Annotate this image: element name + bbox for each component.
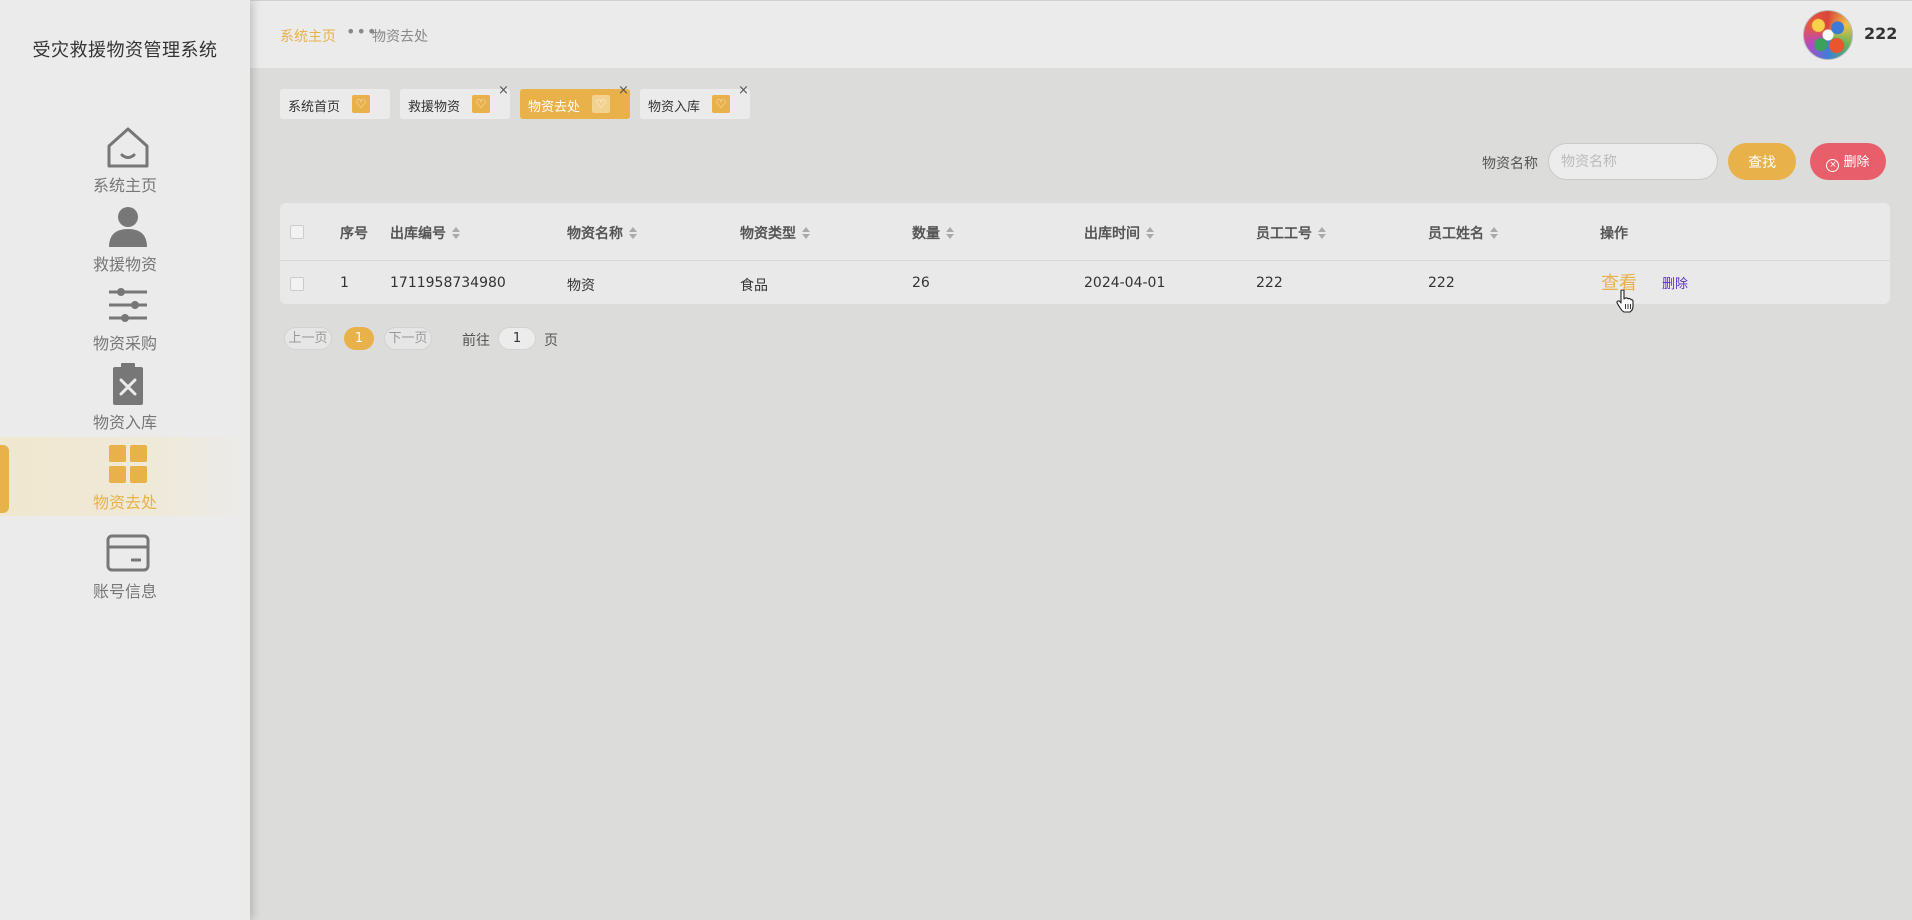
tab-whereabouts[interactable]: 物资去处 × [520, 83, 630, 119]
sidebar-item-label: 物资去处 [92, 493, 157, 512]
search-button[interactable]: 查找 [1728, 143, 1796, 180]
tab-rescue-supplies[interactable]: 救援物资 × [400, 83, 510, 119]
select-all-checkbox[interactable] [290, 225, 304, 239]
page-number-current[interactable]: 1 [344, 327, 374, 350]
cell-name: 物资 [567, 278, 595, 294]
tab-label: 物资入库 [648, 100, 701, 115]
delete-link[interactable]: 删除 [1662, 273, 1688, 292]
sliders-icon [109, 288, 147, 322]
app-title: 受灾救援物资管理系统 [32, 40, 218, 61]
search-label: 物资名称 [1482, 156, 1538, 172]
next-page-button[interactable]: 下一页 [384, 327, 432, 350]
hand-cursor-icon [1616, 289, 1634, 313]
favorite-icon[interactable] [352, 95, 370, 113]
sidebar-item-stock-in[interactable]: 物资入库 [0, 357, 250, 436]
top-header: 系统主页 ••• 物资去处 222 [250, 0, 1912, 68]
close-icon[interactable]: × [498, 83, 509, 98]
row-checkbox[interactable] [290, 277, 304, 291]
sort-icon[interactable] [1146, 227, 1154, 239]
column-header-actions: 操作 [1600, 226, 1628, 242]
column-header-index: 序号 [340, 226, 368, 242]
batch-delete-button[interactable]: × 删除 [1810, 143, 1886, 180]
column-header-out-no[interactable]: 出库编号 [390, 223, 460, 243]
column-header-label: 员工工号 [1256, 226, 1312, 242]
sidebar-item-home[interactable]: 系统主页 [0, 120, 250, 199]
sidebar-item-label: 系统主页 [92, 176, 157, 195]
column-header-label: 物资名称 [567, 226, 623, 242]
column-header-label: 数量 [912, 226, 940, 242]
column-header-label: 物资类型 [740, 226, 796, 242]
sidebar-item-label: 救援物资 [92, 255, 157, 274]
cell-emp-name: 222 [1428, 275, 1455, 291]
favorite-icon[interactable] [592, 95, 610, 113]
column-header-label: 出库编号 [390, 226, 446, 242]
breadcrumb-current: 物资去处 [372, 29, 428, 45]
cell-type: 食品 [740, 278, 768, 294]
batch-delete-label: 删除 [1843, 155, 1870, 170]
tab-label: 物资去处 [528, 100, 581, 115]
goto-prefix: 前往 [462, 333, 490, 349]
cell-emp-id: 222 [1256, 275, 1283, 291]
username[interactable]: 222 [1864, 24, 1897, 43]
sidebar: 受灾救援物资管理系统 系统主页 救援物资 物资采购 物资入库 物资去处 账号信息 [0, 0, 250, 920]
sidebar-item-label: 账号信息 [92, 582, 157, 601]
close-icon[interactable]: × [618, 83, 629, 98]
column-header-emp-name[interactable]: 员工姓名 [1428, 223, 1498, 243]
prev-page-button[interactable]: 上一页 [284, 327, 332, 350]
column-header-label: 员工姓名 [1428, 226, 1484, 242]
column-header-qty[interactable]: 数量 [912, 223, 954, 243]
column-header-label: 出库时间 [1084, 226, 1140, 242]
column-header-date[interactable]: 出库时间 [1084, 223, 1154, 243]
home-icon [107, 127, 149, 168]
goto-suffix: 页 [544, 333, 558, 349]
sort-icon[interactable] [1318, 227, 1326, 239]
sort-icon[interactable] [629, 227, 637, 239]
sidebar-item-whereabouts[interactable]: 物资去处 [0, 437, 250, 516]
tab-label: 救援物资 [408, 100, 461, 115]
grid-icon [109, 445, 147, 483]
favorite-icon[interactable] [712, 95, 730, 113]
avatar[interactable] [1803, 10, 1853, 60]
sort-icon[interactable] [452, 227, 460, 239]
close-icon[interactable]: × [738, 83, 749, 98]
sidebar-item-label: 物资采购 [92, 334, 157, 353]
row-divider [280, 260, 1890, 261]
cell-qty: 26 [912, 275, 930, 291]
data-table: 序号 出库编号 物资名称 物资类型 数量 出库时间 员工工号 员工姓名 操作 1… [280, 203, 1890, 313]
cell-index: 1 [340, 275, 349, 291]
column-header-emp-id[interactable]: 员工工号 [1256, 223, 1326, 243]
close-circle-icon: × [1826, 159, 1840, 172]
tab-stock-in[interactable]: 物资入库 × [640, 83, 750, 119]
column-header-name[interactable]: 物资名称 [567, 223, 637, 243]
sort-icon[interactable] [802, 227, 810, 239]
sort-icon[interactable] [946, 227, 954, 239]
search-input[interactable] [1548, 143, 1718, 180]
favorite-icon[interactable] [472, 95, 490, 113]
sidebar-item-rescue-supplies[interactable]: 救援物资 [0, 199, 250, 278]
sidebar-item-label: 物资入库 [92, 413, 157, 432]
sidebar-item-account[interactable]: 账号信息 [0, 526, 250, 605]
tab-system-home[interactable]: 系统首页 [280, 89, 390, 119]
cell-out-no: 1711958734980 [390, 275, 506, 291]
tab-label: 系统首页 [288, 100, 341, 115]
column-header-type[interactable]: 物资类型 [740, 223, 810, 243]
breadcrumb-home[interactable]: 系统主页 [280, 26, 336, 46]
sort-icon[interactable] [1490, 227, 1498, 239]
clipboard-x-icon [113, 363, 143, 405]
card-icon [106, 534, 150, 572]
user-icon [109, 207, 147, 247]
cell-date: 2024-04-01 [1084, 275, 1166, 291]
sidebar-item-purchase[interactable]: 物资采购 [0, 278, 250, 357]
goto-page-input[interactable]: 1 [498, 327, 536, 350]
